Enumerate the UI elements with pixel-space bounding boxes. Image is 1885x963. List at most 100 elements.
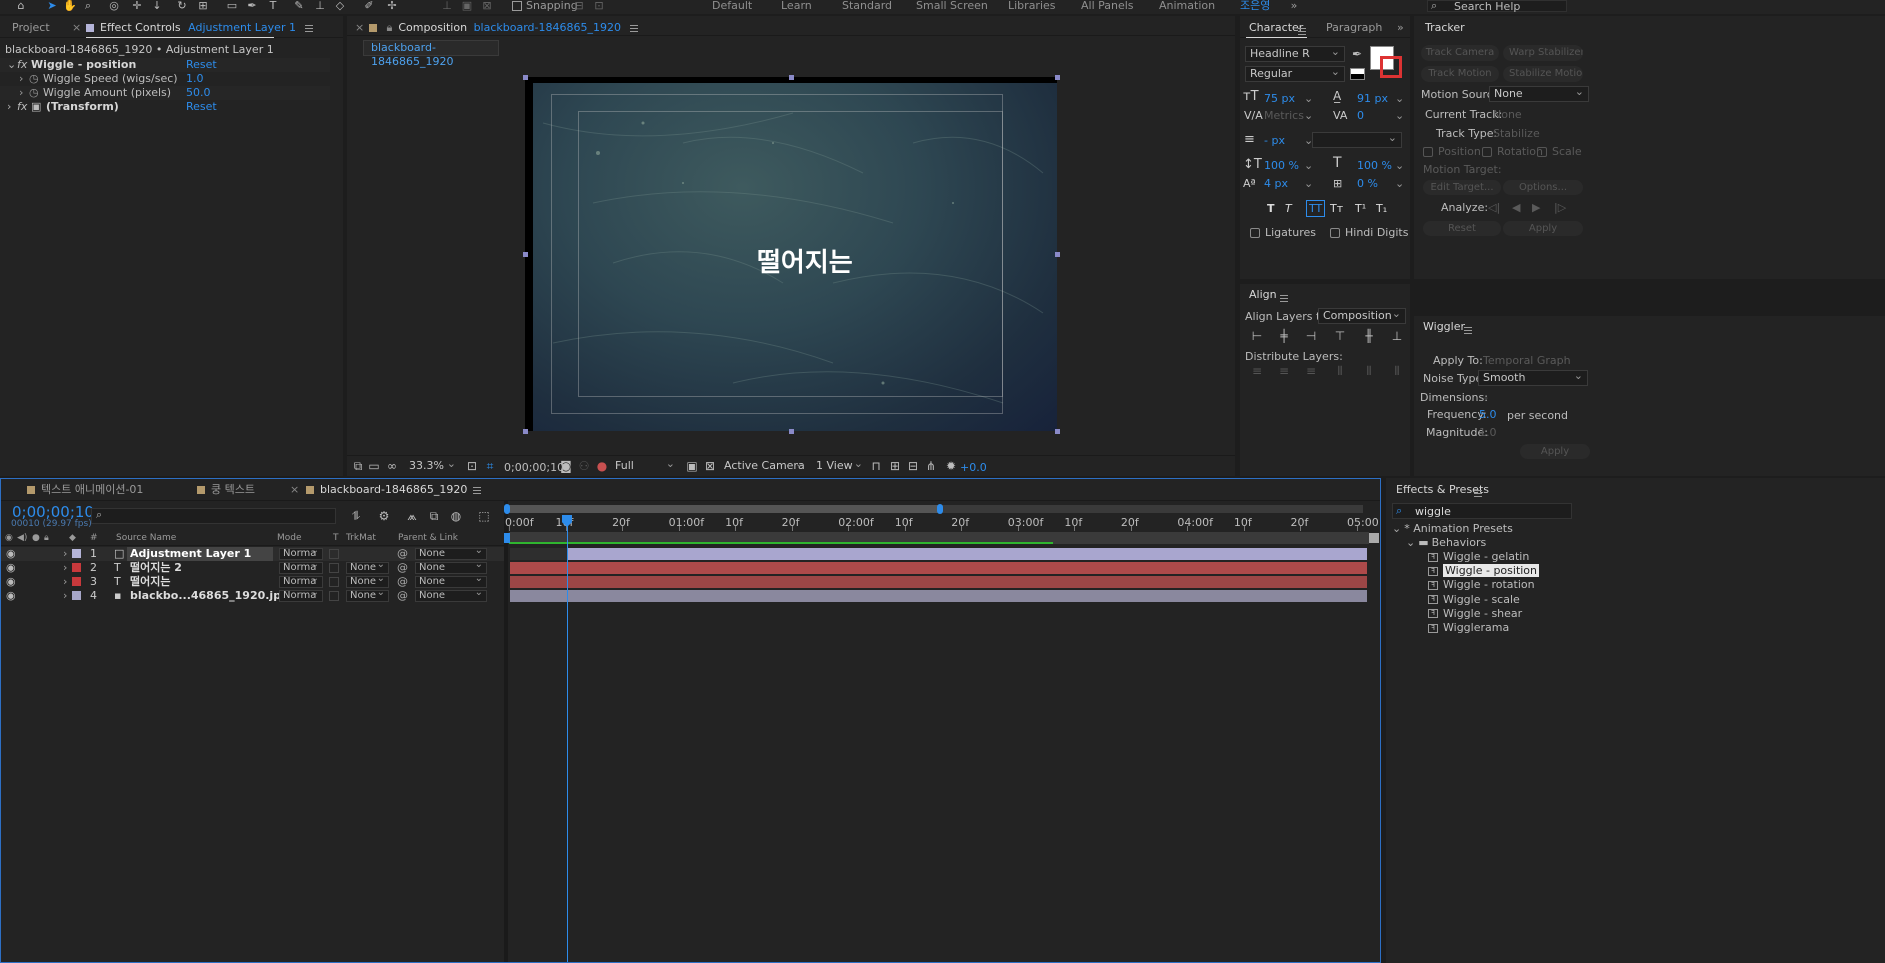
motion-blur-icon[interactable]: ◍ [449,509,463,523]
shape-tool-icon[interactable]: ▭ [225,0,239,13]
source-name-header[interactable]: Source Name [116,532,176,545]
analyze-step-back-icon[interactable]: ◀ [1512,201,1520,214]
tsume-value[interactable]: 0 % [1357,177,1378,190]
dimensions-value[interactable]: - [1484,391,1488,404]
distribute-left-icon[interactable]: ⦀ [1333,364,1347,378]
preset-item[interactable]: ꟻ Wiggle - scale [1428,593,1520,607]
lock-column-icon[interactable]: 🔒︎ [44,532,49,545]
panel-menu-icon[interactable] [1280,294,1288,302]
font-style-dropdown[interactable]: Regular [1245,66,1345,82]
layer-name[interactable]: 떨어지는 [127,575,273,589]
chevron-right-icon[interactable]: › [19,86,23,99]
chevron-down-icon[interactable]: ⌄ [1395,177,1404,190]
blend-mode-dropdown[interactable]: Norma [279,590,323,602]
align-hcenter-icon[interactable]: ╪ [1277,329,1291,343]
preserve-transparency-checkbox[interactable] [329,577,339,587]
edit-target-button[interactable]: Edit Target... [1423,180,1501,195]
blend-mode-dropdown[interactable]: Norma [279,548,323,560]
tab-effect-controls[interactable]: Effect Controls Adjustment Layer 1 [86,21,314,34]
channel-icon[interactable]: ● [595,459,609,473]
layer-duration-bar[interactable] [510,576,1367,588]
property-value[interactable]: 50.0 [186,86,211,99]
graph-editor-icon[interactable]: ⬚ [477,509,491,523]
chevron-right-icon[interactable]: › [19,72,23,85]
zoom-dropdown[interactable]: 33.3% [405,459,460,475]
show-snapshot-icon[interactable]: ⚇ [577,459,591,473]
effect-reset-link[interactable]: Reset [186,100,217,113]
preset-item[interactable]: ꟻ Wiggle - rotation [1428,578,1535,592]
position-option[interactable]: Position [1423,145,1481,158]
vertical-scale-value[interactable]: 100 % [1264,159,1299,172]
animation-presets-root[interactable]: ⌄ * Animation Presets [1392,522,1513,536]
workspace-overflow-icon[interactable]: » [1287,0,1301,13]
chevron-down-icon[interactable]: ⌄ [1304,177,1313,190]
stopwatch-icon[interactable]: ◷ [29,72,39,85]
chevron-down-icon[interactable]: ⌄ [1304,159,1313,172]
motion-source-dropdown[interactable]: None [1489,86,1589,102]
analyze-forward-icon[interactable]: |▷ [1554,201,1566,214]
shy-layers-icon[interactable]: ⩕ [405,509,419,523]
time-ruler[interactable]: 0:00f10f20f01:00f10f20f02:00f10f20f03:00… [505,514,1379,531]
selection-tool-icon[interactable]: ➤ [45,0,59,13]
work-area-range[interactable] [509,505,938,513]
rotation-option[interactable]: Rotation [1482,145,1543,158]
stabilize-motion-button[interactable]: Stabilize Motion [1503,66,1583,82]
close-icon[interactable]: × [72,21,81,34]
stroke-width-value[interactable]: - px [1264,134,1285,147]
work-area-bar[interactable] [509,505,1363,513]
effect-reset-link[interactable]: Reset [186,58,217,71]
snap-feather-icon[interactable]: ⊡ [592,0,606,13]
flowchart-icon[interactable]: ⋔ [924,459,938,473]
panel-menu-icon[interactable] [1464,326,1472,334]
mask-visibility-icon[interactable]: ∞ [385,459,399,473]
transform-handle[interactable] [1055,429,1060,434]
align-right-icon[interactable]: ⊣ [1304,329,1318,343]
blend-mode-dropdown[interactable]: Norma [279,576,323,588]
analyze-step-forward-icon[interactable]: ▶ [1532,201,1540,214]
comp-flow-tab[interactable]: blackboard-1846865_1920 [363,40,499,68]
timeline-icon[interactable]: ⊟ [906,459,920,473]
scale-checkbox[interactable] [1537,147,1547,157]
tab-timeline-3[interactable]: blackboard-1846865_1920 [306,483,482,496]
eraser-tool-icon[interactable]: ◇ [333,0,347,13]
chevron-down-icon[interactable]: ⌄ [1395,109,1404,122]
fast-preview-icon[interactable]: ⊞ [888,459,902,473]
workspace-learn[interactable]: Learn [781,0,812,12]
current-track-value[interactable]: None [1493,108,1522,121]
stroke-style-dropdown[interactable] [1312,132,1402,148]
transform-handle[interactable] [789,429,794,434]
transform-handle[interactable] [789,75,794,80]
dolly-tool-icon[interactable]: ↓ [150,0,164,13]
pan-tool-icon[interactable]: ✛ [130,0,144,13]
warp-stabilizer-button[interactable]: Warp Stabilizer [1503,45,1583,61]
hindi-digits-option[interactable]: Hindi Digits [1330,226,1408,239]
rotation-checkbox[interactable] [1482,147,1492,157]
superscript-button[interactable]: T¹ [1355,202,1366,215]
workspace-all-panels[interactable]: All Panels [1081,0,1134,12]
stopwatch-icon[interactable]: ◷ [29,86,39,99]
panel-overflow-icon[interactable]: » [1397,21,1404,34]
exposure-icon[interactable]: ✹ [944,459,958,473]
transform-handle[interactable] [523,429,528,434]
distribute-top-icon[interactable]: ≡ [1250,364,1264,378]
axis-world-icon[interactable]: ▣ [460,0,474,13]
chevron-right-icon[interactable]: › [63,589,67,603]
align-top-icon[interactable]: ⊤ [1333,329,1347,343]
distribute-vcenter-icon[interactable]: ≡ [1277,364,1291,378]
draft-3d-icon[interactable]: ⚙ [377,509,391,523]
chevron-down-icon[interactable]: ⌄ [1392,522,1401,535]
track-type-value[interactable]: Stabilize [1493,127,1540,140]
workspace-libraries[interactable]: Libraries [1008,0,1056,12]
parent-dropdown[interactable]: None [415,590,487,602]
label-color-swatch[interactable] [72,563,81,572]
chevron-right-icon[interactable]: › [63,575,67,589]
workspace-animation[interactable]: Animation [1159,0,1215,12]
brush-tool-icon[interactable]: ✎ [292,0,306,13]
pen-tool-icon[interactable]: ✒ [245,0,259,13]
roto-tool-icon[interactable]: ✐ [362,0,376,13]
eye-icon[interactable]: ◉ [6,561,16,575]
leading-value[interactable]: 91 px [1357,92,1388,105]
magnitude-value[interactable]: 1.0 [1479,426,1497,439]
track-matte-dropdown[interactable]: None [346,576,389,588]
panel-menu-icon[interactable] [473,486,482,494]
